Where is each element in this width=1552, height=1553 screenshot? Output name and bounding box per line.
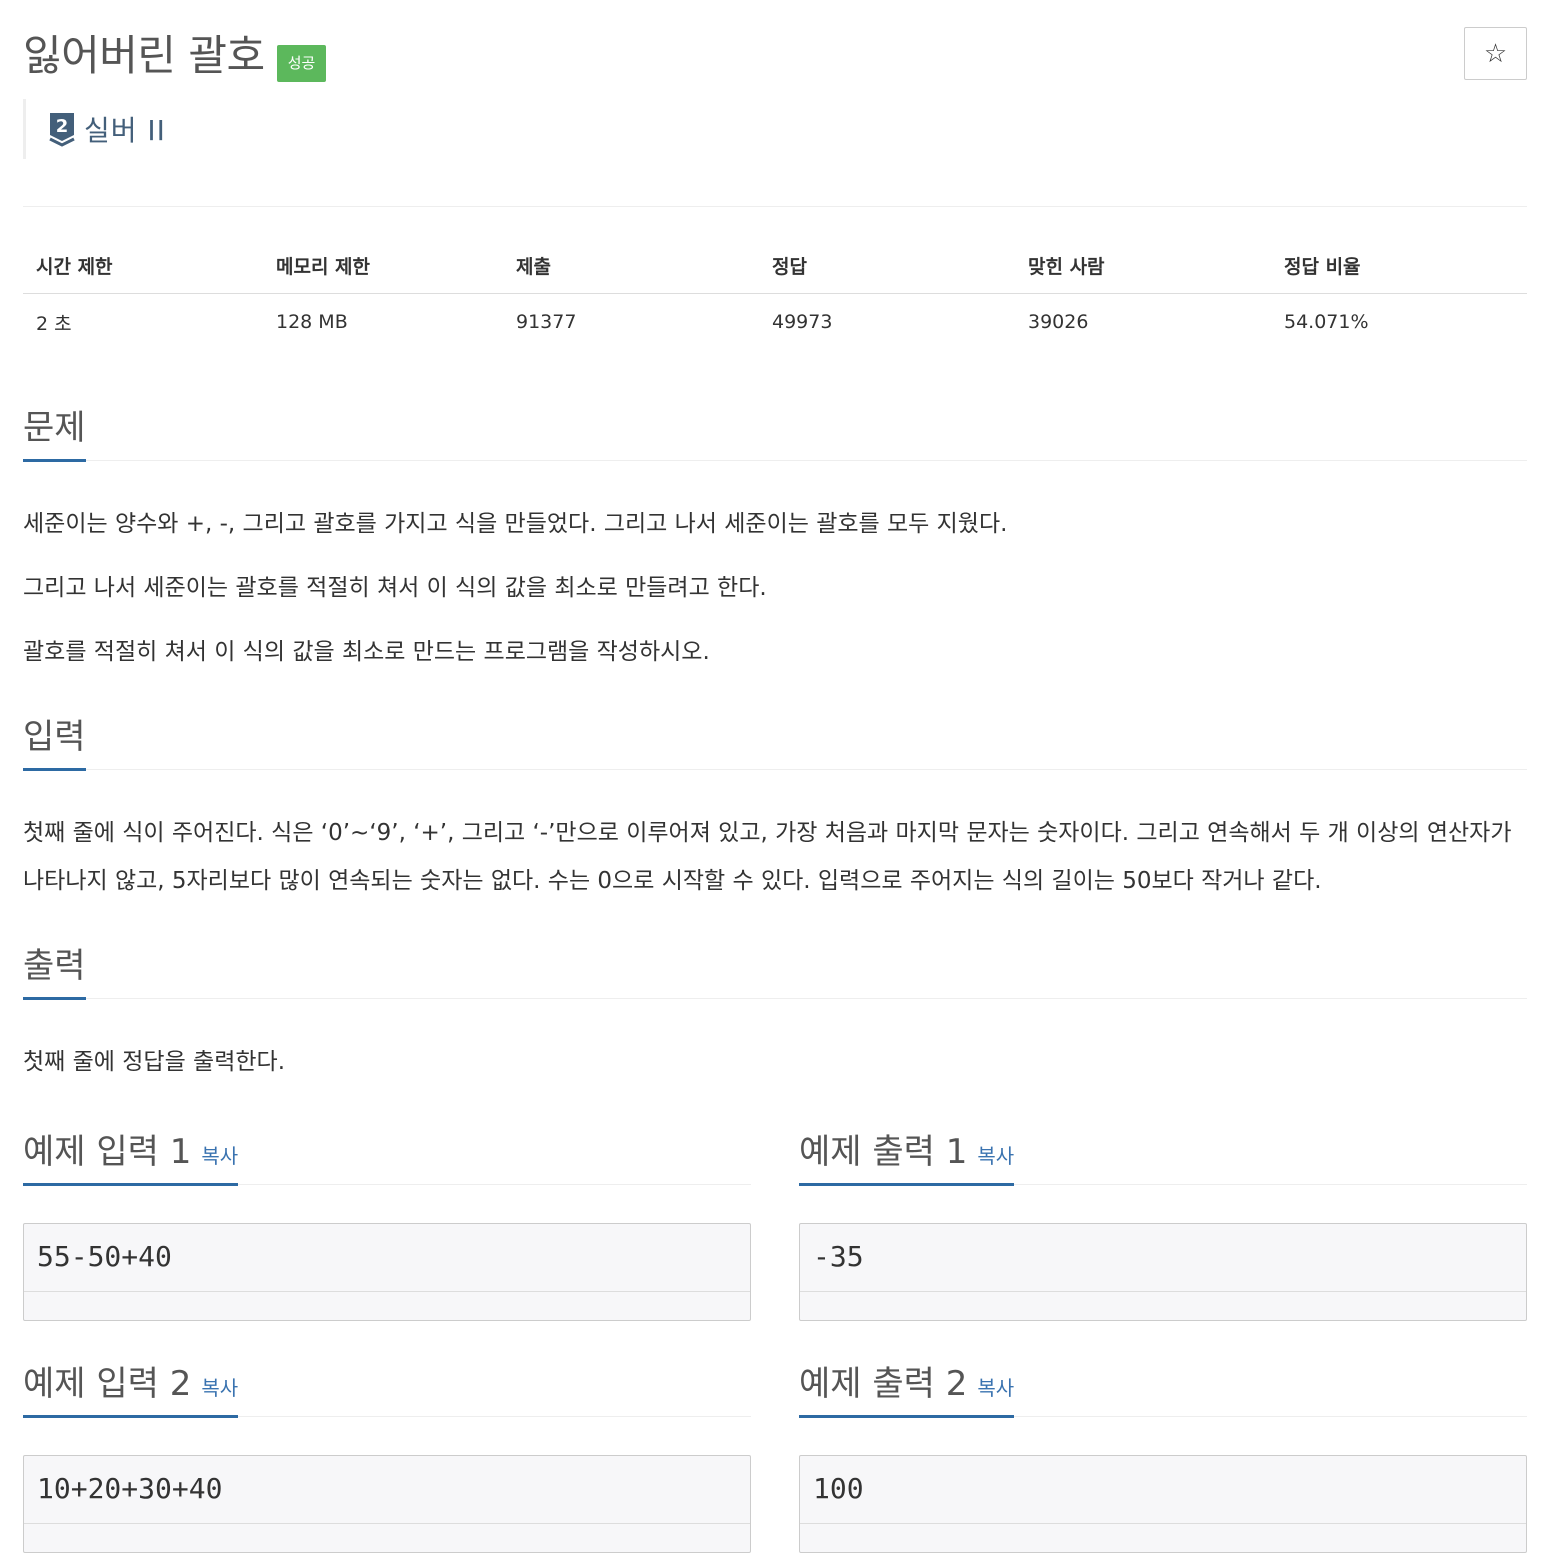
accepted-value[interactable]: 49973 [759, 294, 1015, 351]
submissions-value[interactable]: 91377 [503, 294, 759, 351]
copy-sample-output-1-button[interactable]: 복사 [977, 1144, 1014, 1168]
header-accept-ratio: 정답 비율 [1271, 237, 1527, 294]
output-description: 첫째 줄에 정답을 출력한다. [23, 999, 1527, 1086]
header-accepted: 정답 [759, 237, 1015, 294]
svg-text:2: 2 [56, 116, 69, 137]
sample-input-1: 예제 입력 1 복사 55-50+40 [23, 1124, 751, 1321]
sample-input-2-code: 10+20+30+40 [37, 1472, 223, 1505]
sample-output-2-header: 예제 출력 2 복사 [799, 1356, 1527, 1418]
problem-title: 잃어버린 괄호 [23, 31, 265, 80]
header-divider [23, 206, 1527, 207]
favorite-star-button[interactable]: ☆ [1464, 27, 1527, 80]
problem-paragraph: 그리고 나서 세준이는 괄호를 적절히 쳐서 이 식의 값을 최소로 만들려고 … [23, 575, 767, 601]
output-section-header: 출력 [23, 942, 1527, 1000]
sample-divider [800, 1523, 1526, 1524]
tier-label[interactable]: 실버 II [84, 109, 166, 149]
sample-output-1-title: 예제 출력 1 [799, 1132, 968, 1172]
solved-users-value[interactable]: 39026 [1015, 294, 1271, 351]
sample-input-2: 예제 입력 2 복사 10+20+30+40 [23, 1356, 751, 1553]
memory-limit-value: 128 MB [276, 311, 348, 333]
sample-input-2-title: 예제 입력 2 [23, 1364, 192, 1404]
tier-box: 2 실버 II [23, 99, 166, 159]
input-section-header: 입력 [23, 713, 1527, 771]
problem-info-table: 시간 제한 메모리 제한 제출 정답 맞힌 사람 정답 비율 2 초 128 M… [23, 237, 1527, 350]
copy-sample-output-2-button[interactable]: 복사 [977, 1376, 1014, 1400]
copy-sample-input-1-button[interactable]: 복사 [201, 1144, 238, 1168]
output-section-title: 출력 [23, 944, 86, 1000]
output-section: 출력 첫째 줄에 정답을 출력한다. [23, 942, 1527, 1086]
sample-input-1-heading: 예제 입력 1 복사 [23, 1130, 239, 1186]
sample-input-2-box[interactable]: 10+20+30+40 [23, 1455, 751, 1553]
header-memory-limit: 메모리 제한 [263, 237, 503, 294]
status-badge: 성공 [276, 44, 327, 82]
input-paragraph: 첫째 줄에 식이 주어진다. 식은 ‘0’~‘9’, ‘+’, 그리고 ‘-’만… [23, 820, 1512, 894]
header-solved-users: 맞힌 사람 [1015, 237, 1271, 294]
star-icon: ☆ [1483, 38, 1508, 69]
sample-output-1-header: 예제 출력 1 복사 [799, 1124, 1527, 1186]
output-paragraph: 첫째 줄에 정답을 출력한다. [23, 1049, 286, 1075]
accept-ratio-value: 54.071% [1284, 311, 1369, 333]
sample-input-1-header: 예제 입력 1 복사 [23, 1124, 751, 1186]
header-submissions: 제출 [503, 237, 759, 294]
sample-output-1: 예제 출력 1 복사 -35 [799, 1124, 1527, 1321]
problem-paragraph: 괄호를 적절히 쳐서 이 식의 값을 최소로 만드는 프로그램을 작성하시오. [23, 639, 710, 665]
silver-tier-icon: 2 [49, 113, 75, 147]
problem-description: 세준이는 양수와 +, -, 그리고 괄호를 가지고 식을 만들었다. 그리고 … [23, 461, 1527, 676]
sample-input-1-box[interactable]: 55-50+40 [23, 1223, 751, 1321]
input-description: 첫째 줄에 식이 주어진다. 식은 ‘0’~‘9’, ‘+’, 그리고 ‘-’만… [23, 770, 1527, 905]
header-time-limit: 시간 제한 [23, 237, 263, 294]
sample-input-1-code: 55-50+40 [37, 1240, 172, 1273]
sample-input-2-header: 예제 입력 2 복사 [23, 1356, 751, 1418]
problem-section: 문제 세준이는 양수와 +, -, 그리고 괄호를 가지고 식을 만들었다. 그… [23, 404, 1527, 676]
sample-divider [24, 1523, 750, 1524]
input-section: 입력 첫째 줄에 식이 주어진다. 식은 ‘0’~‘9’, ‘+’, 그리고 ‘… [23, 713, 1527, 905]
problem-paragraph: 세준이는 양수와 +, -, 그리고 괄호를 가지고 식을 만들었다. 그리고 … [23, 511, 1008, 537]
sample-output-2: 예제 출력 2 복사 100 [799, 1356, 1527, 1553]
info-value-row: 2 초 128 MB 91377 49973 39026 54.071% [23, 294, 1527, 351]
problem-section-header: 문제 [23, 404, 1527, 462]
sample-output-1-box[interactable]: -35 [799, 1223, 1527, 1321]
sample-output-1-heading: 예제 출력 1 복사 [799, 1130, 1015, 1186]
sample-output-2-box[interactable]: 100 [799, 1455, 1527, 1553]
time-limit-value: 2 초 [36, 312, 72, 335]
sample-output-2-heading: 예제 출력 2 복사 [799, 1362, 1015, 1418]
sample-input-2-heading: 예제 입력 2 복사 [23, 1362, 239, 1418]
title-row: 잃어버린 괄호 성공 [23, 26, 327, 86]
info-header-row: 시간 제한 메모리 제한 제출 정답 맞힌 사람 정답 비율 [23, 237, 1527, 294]
sample-output-1-code: -35 [813, 1240, 864, 1273]
sample-divider [800, 1291, 1526, 1292]
copy-sample-input-2-button[interactable]: 복사 [201, 1376, 238, 1400]
sample-output-2-code: 100 [813, 1472, 864, 1505]
sample-input-1-title: 예제 입력 1 [23, 1132, 192, 1172]
sample-divider [24, 1291, 750, 1292]
input-section-title: 입력 [23, 715, 86, 771]
problem-section-title: 문제 [23, 406, 86, 462]
sample-output-2-title: 예제 출력 2 [799, 1364, 968, 1404]
